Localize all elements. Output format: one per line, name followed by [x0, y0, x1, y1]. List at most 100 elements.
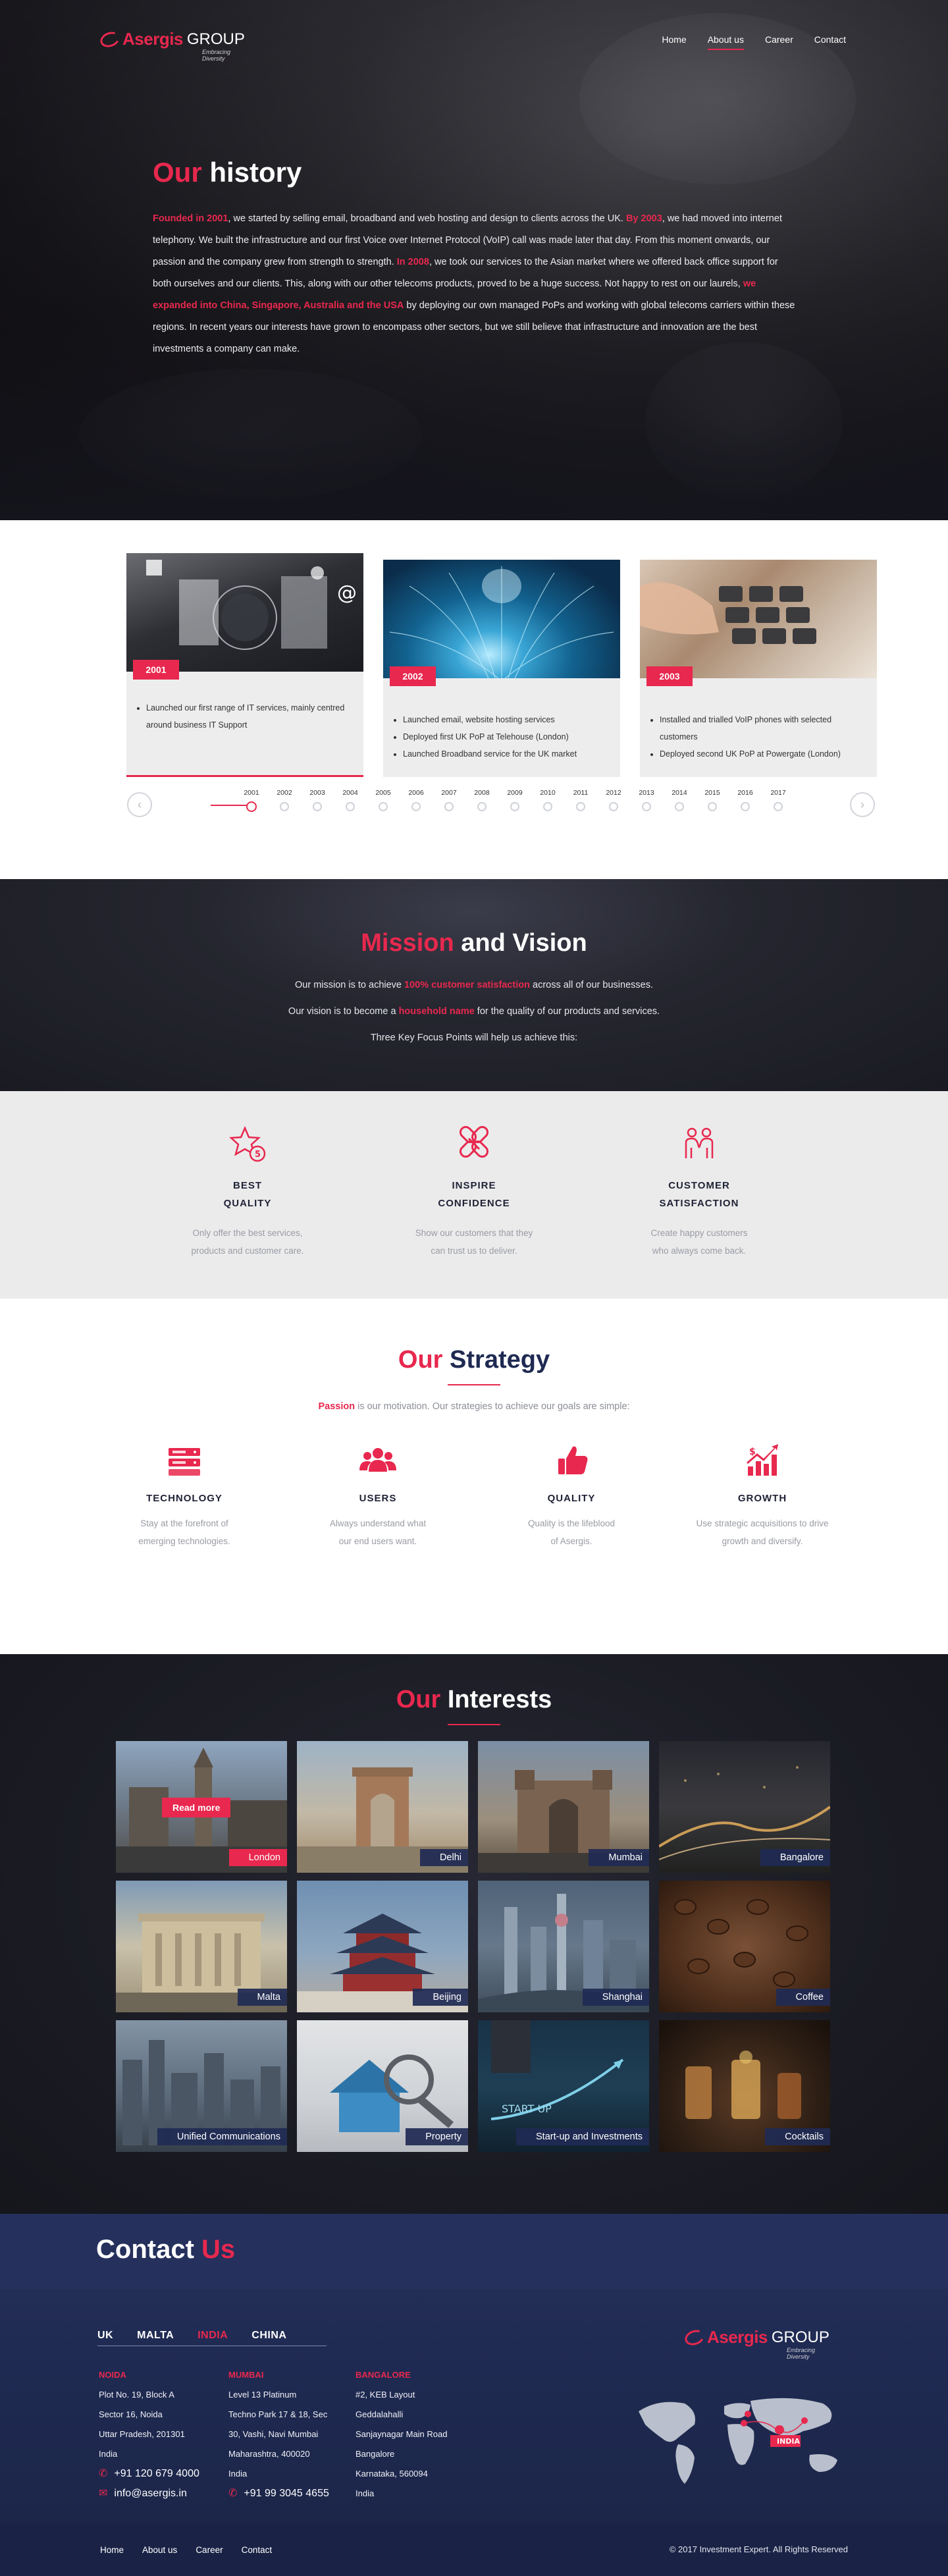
contact-logo[interactable]: Asergis GROUP Embracing Diversity — [683, 2327, 830, 2360]
interest-tile-shanghai[interactable]: Shanghai — [478, 1881, 649, 2012]
timeline-year-dot[interactable] — [642, 802, 651, 811]
server-icon — [165, 1440, 204, 1480]
strategy-desc-line: our end users want. — [338, 1536, 417, 1546]
timeline-card-item: Launched Broadband service for the UK ma… — [403, 745, 611, 763]
timeline-card-item: Installed and trialled VoIP phones with … — [660, 711, 868, 745]
timeline-year-dot[interactable] — [576, 802, 585, 811]
interest-tile-bangalore[interactable]: Bangalore — [659, 1741, 830, 1873]
main-nav: Home About us Career Contact — [641, 34, 846, 50]
interest-caption: Coffee — [776, 1989, 830, 2006]
strategy-desc-line: Use strategic acquisitions to drive — [696, 1518, 829, 1528]
strategy-item-title: USERS — [359, 1493, 397, 1504]
focus-desc: Show our customers that they can trust us… — [395, 1224, 553, 1260]
logo-swirl-icon — [683, 2327, 706, 2348]
timeline-year-dot[interactable] — [411, 802, 421, 811]
nav-career[interactable]: Career — [765, 34, 793, 50]
timeline-year-label: 2006 — [408, 789, 424, 797]
mission-text: Our mission is to achieve — [295, 980, 405, 990]
interest-tile-cocktails[interactable]: Cocktails — [659, 2020, 830, 2152]
office-phone[interactable]: ✆ +91 120 679 4000 — [99, 2464, 199, 2484]
strategy-subtitle-text: is our motivation. Our strategies to ach… — [355, 1401, 630, 1412]
timeline-year-label: 2007 — [441, 789, 457, 797]
tab-china[interactable]: CHINA — [251, 2330, 286, 2342]
timeline-year-dot[interactable] — [741, 802, 750, 811]
strategy-item-desc: Always understand what our end users want… — [299, 1515, 457, 1550]
timeline-year-dot[interactable] — [444, 802, 454, 811]
office-bangalore: BANGALORE #2, KEB Layout Geddalahalli Sa… — [356, 2365, 447, 2504]
logo-name-part1: Asergis — [707, 2327, 768, 2347]
timeline-card-2003[interactable]: 2003 Installed and trialled VoIP phones … — [640, 560, 877, 777]
timeline-year-dot[interactable] — [609, 802, 618, 811]
timeline-year-label: 2008 — [474, 789, 490, 797]
timeline-year-dot[interactable] — [708, 802, 717, 811]
star-award-icon: 5 — [228, 1124, 267, 1164]
nav-about-us[interactable]: About us — [707, 34, 744, 50]
tab-malta[interactable]: MALTA — [137, 2330, 174, 2342]
footer-link-career[interactable]: Career — [196, 2545, 223, 2555]
timeline-year-dot[interactable] — [675, 802, 684, 811]
timeline-year-dot[interactable] — [246, 801, 257, 812]
people-handshake-icon — [679, 1124, 719, 1164]
logo-swirl-icon — [98, 29, 122, 49]
mission-section: Mission and Vision Our mission is to ach… — [0, 879, 948, 1091]
timeline-year-dot[interactable] — [346, 802, 355, 811]
footer-link-about-us[interactable]: About us — [142, 2545, 177, 2555]
strategy-item-growth: $ GROWTH Use strategic acquisitions to d… — [683, 1440, 841, 1550]
office-address-line: Level 13 Platinum — [228, 2390, 297, 2400]
timeline-year-dot[interactable] — [313, 802, 322, 811]
timeline-card-2001[interactable]: @ 2001 Launched our first range of IT se… — [126, 553, 363, 777]
interest-tile-beijing[interactable]: Beijing — [297, 1881, 468, 2012]
timeline-next-button[interactable]: › — [850, 792, 875, 817]
focus-title: CUSTOMER SATISFACTION — [620, 1177, 778, 1212]
interest-caption: Bangalore — [760, 1849, 830, 1866]
timeline-year-dot[interactable] — [774, 802, 783, 811]
focus-section: 5 BEST QUALITY Only offer the best servic… — [0, 1091, 948, 1299]
interest-tile-delhi[interactable]: Delhi — [297, 1741, 468, 1873]
logo-tagline: Embracing Diversity — [202, 49, 231, 62]
mission-title: Mission and Vision — [0, 929, 948, 957]
interest-tile-start-up-and-investments[interactable]: START UP Start-up and Investments — [478, 2020, 649, 2152]
interest-tile-mumbai[interactable]: Mumbai — [478, 1741, 649, 1873]
timeline-prev-button[interactable]: ‹ — [127, 792, 152, 817]
timeline-card-list: Launched our first range of IT services,… — [146, 699, 354, 734]
timeline-year-dot[interactable] — [543, 802, 552, 811]
strategy-title-accent: Our — [398, 1346, 443, 1374]
chevron-left-icon: ‹ — [138, 798, 142, 811]
tab-india[interactable]: INDIA — [198, 2330, 228, 2342]
interest-tile-malta[interactable]: Malta — [116, 1881, 287, 2012]
focus-title-line: BEST — [232, 1180, 262, 1191]
focus-desc-line: Only offer the best services, — [192, 1228, 303, 1238]
svg-text:START UP: START UP — [502, 2103, 552, 2115]
timeline-year-dot[interactable] — [280, 802, 289, 811]
office-email[interactable]: ✉ info@asergis.in — [99, 2484, 199, 2504]
mission-title-rest: and Vision — [461, 929, 587, 957]
interest-tile-property[interactable]: Property — [297, 2020, 468, 2152]
strategy-desc-line: Quality is the lifeblood — [527, 1518, 616, 1528]
tab-uk[interactable]: UK — [97, 2330, 113, 2342]
timeline-card-item: Deployed second UK PoP at Powergate (Lon… — [660, 745, 868, 763]
timeline-year-label: 2016 — [737, 789, 753, 797]
timeline-year-dot[interactable] — [477, 802, 487, 811]
interest-tile-coffee[interactable]: Coffee — [659, 1881, 830, 2012]
history-text-segment: , we started by selling email, broadband… — [228, 213, 626, 224]
phone-icon: ✆ — [228, 2488, 238, 2499]
strategy-desc-line: Always understand what — [329, 1518, 427, 1528]
interest-caption: Start-up and Investments — [516, 2128, 649, 2145]
nav-home[interactable]: Home — [662, 34, 686, 50]
read-more-button[interactable]: Read more — [162, 1798, 231, 1817]
timeline-year-dot[interactable] — [510, 802, 519, 811]
timeline-card-list: Launched email, website hosting services… — [403, 711, 611, 763]
office-phone[interactable]: ✆ +91 99 3045 4655 — [228, 2484, 329, 2504]
interest-tile-london[interactable]: Read more London — [116, 1741, 287, 1873]
timeline-year-label: 2013 — [639, 789, 654, 797]
interest-tile-unified-communications[interactable]: Unified Communications — [116, 2020, 287, 2152]
timeline-card-2002[interactable]: 2002 Launched email, website hosting ser… — [383, 560, 620, 777]
focus-desc: Create happy customers who always come ba… — [620, 1224, 778, 1260]
footer-link-contact[interactable]: Contact — [242, 2545, 273, 2555]
office-address-line: India — [356, 2488, 375, 2498]
footer-link-home[interactable]: Home — [100, 2545, 124, 2555]
office-noida: NOIDA Plot No. 19, Block A Sector 16, No… — [99, 2365, 199, 2504]
logo[interactable]: Asergis GROUP Embracing Diversity — [98, 29, 245, 62]
nav-contact[interactable]: Contact — [814, 34, 846, 50]
timeline-year-dot[interactable] — [379, 802, 388, 811]
